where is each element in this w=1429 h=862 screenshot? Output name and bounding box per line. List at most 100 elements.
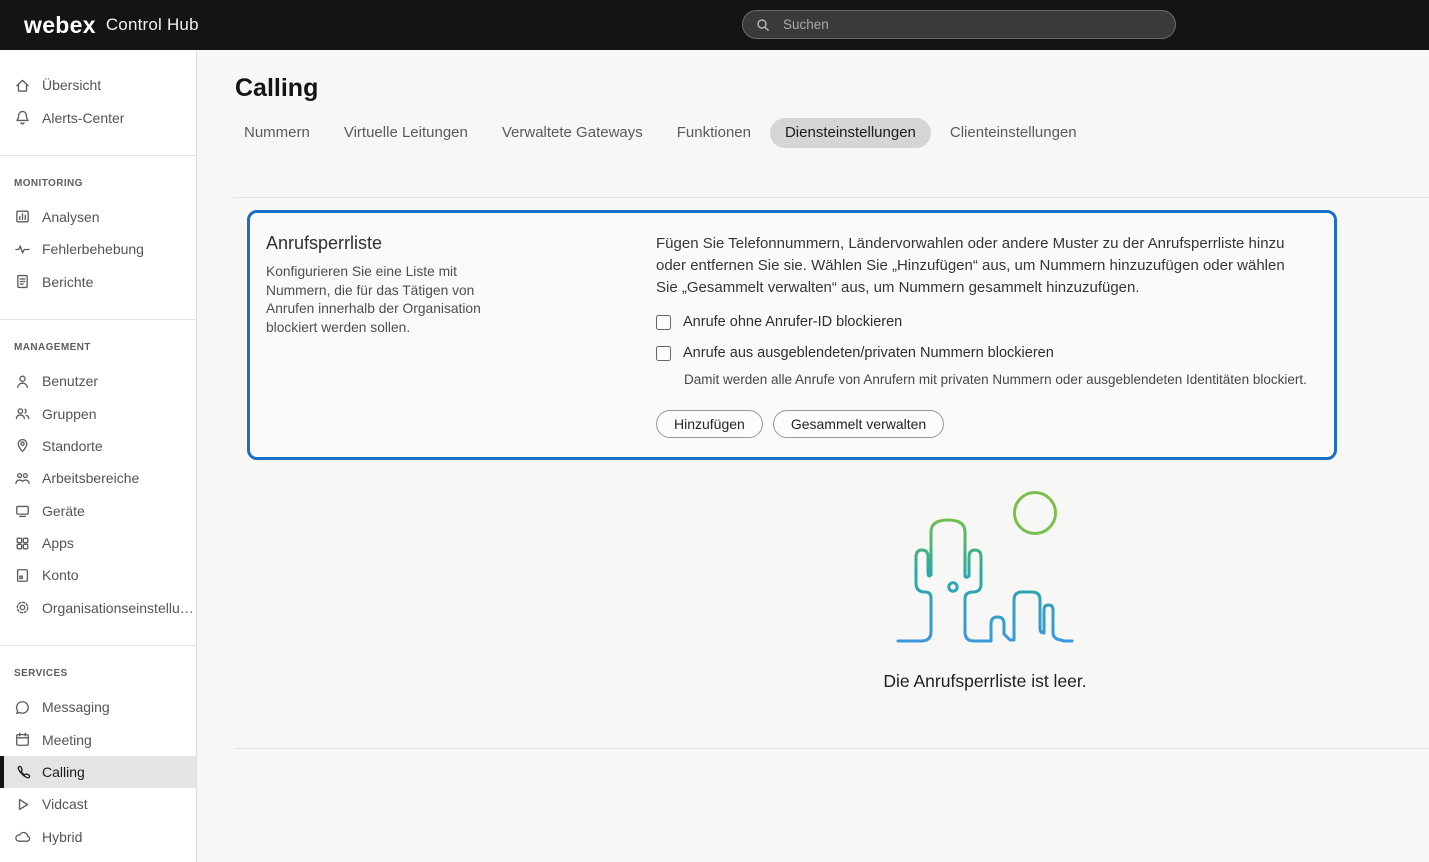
sidebar-item-benutzer[interactable]: Benutzer xyxy=(0,365,196,397)
location-pin-icon xyxy=(14,437,31,454)
sidebar-item-standorte[interactable]: Standorte xyxy=(0,430,196,462)
sidebar: Übersicht Alerts-Center MONITORING Analy… xyxy=(0,50,197,862)
account-icon xyxy=(14,567,31,584)
tab-virtuelle-leitungen[interactable]: Virtuelle Leitungen xyxy=(329,118,483,148)
analytics-icon xyxy=(14,208,31,225)
gear-icon xyxy=(14,599,31,616)
sidebar-item-calling[interactable]: Calling xyxy=(0,756,196,788)
sidebar-item-label: Apps xyxy=(42,535,74,551)
sidebar-item-label: Organisationseinstellun... xyxy=(42,600,196,616)
sidebar-divider xyxy=(0,645,196,646)
checkbox-anrufe-ohne-anrufer-id-blockieren[interactable] xyxy=(656,315,671,330)
phone-icon xyxy=(14,764,31,781)
tab-funktionen[interactable]: Funktionen xyxy=(662,118,766,148)
checkbox-anrufe-aus-ausgeblendeten-privaten-nummern-blockieren[interactable] xyxy=(656,346,671,361)
tabs-divider xyxy=(233,197,1429,198)
report-icon xyxy=(14,273,31,290)
sidebar-item-analysen[interactable]: Analysen xyxy=(0,201,196,233)
sidebar-item-bersicht[interactable]: Übersicht xyxy=(0,69,196,101)
global-search[interactable] xyxy=(742,10,1176,39)
empty-state-message: Die Anrufsperrliste ist leer. xyxy=(855,671,1115,692)
sidebar-item-label: Übersicht xyxy=(42,77,101,93)
user-icon xyxy=(14,373,31,390)
sidebar-item-meeting[interactable]: Meeting xyxy=(0,723,196,755)
sidebar-item-apps[interactable]: Apps xyxy=(0,527,196,559)
bell-icon xyxy=(14,109,31,126)
sun-icon xyxy=(1015,493,1056,534)
bottom-divider xyxy=(235,748,1429,749)
panel-info-text: Fügen Sie Telefonnummern, Ländervorwahle… xyxy=(656,233,1310,299)
checkbox-row: Anrufe ohne Anrufer-ID blockieren xyxy=(656,314,1310,330)
sidebar-item-gruppen[interactable]: Gruppen xyxy=(0,397,196,429)
workspaces-icon xyxy=(14,470,31,487)
checkbox-label: Anrufe aus ausgeblendeten/privaten Numme… xyxy=(683,345,1054,361)
webex-logo: webex xyxy=(24,12,96,39)
sidebar-item-vidcast[interactable]: Vidcast xyxy=(0,788,196,820)
calendar-icon xyxy=(14,731,31,748)
sidebar-section-management: MANAGEMENT xyxy=(14,341,196,354)
cloud-icon xyxy=(14,828,31,845)
page-title: Calling xyxy=(235,74,1429,103)
sidebar-item-label: Calling xyxy=(42,764,85,780)
panel-title: Anrufsperrliste xyxy=(266,233,656,254)
app-logo[interactable]: webex Control Hub xyxy=(24,0,199,50)
sidebar-item-label: Messaging xyxy=(42,699,110,715)
sidebar-item-konto[interactable]: Konto xyxy=(0,559,196,591)
sidebar-item-label: Geräte xyxy=(42,503,85,519)
sidebar-item-fehlerbehebung[interactable]: Fehlerbehebung xyxy=(0,233,196,265)
panel-description: Konfigurieren Sie eine Liste mit Nummern… xyxy=(266,263,524,337)
call-block-list-panel: Anrufsperrliste Konfigurieren Sie eine L… xyxy=(247,210,1337,460)
sidebar-item-label: Meeting xyxy=(42,732,92,748)
control-hub-label: Control Hub xyxy=(106,15,199,35)
troubleshooting-icon xyxy=(14,241,31,258)
search-icon xyxy=(755,17,771,33)
checkbox-area: Anrufe ohne Anrufer-ID blockieren Anrufe… xyxy=(656,314,1310,387)
search-input[interactable] xyxy=(781,16,1163,33)
group-icon xyxy=(14,405,31,422)
chat-bubble-icon xyxy=(14,699,31,716)
sidebar-divider xyxy=(0,155,196,156)
desert-cactus-sun-illustration xyxy=(890,487,1080,652)
sidebar-section-monitoring: MONITORING xyxy=(14,177,196,190)
tab-bar: NummernVirtuelle LeitungenVerwaltete Gat… xyxy=(229,118,1429,148)
panel-left-column: Anrufsperrliste Konfigurieren Sie eine L… xyxy=(266,233,656,438)
panel-right-column: Fügen Sie Telefonnummern, Ländervorwahle… xyxy=(656,233,1310,438)
sidebar-item-label: Arbeitsbereiche xyxy=(42,470,139,486)
sidebar-item-messaging[interactable]: Messaging xyxy=(0,691,196,723)
sidebar-item-ger-te[interactable]: Geräte xyxy=(0,495,196,527)
sidebar-divider xyxy=(0,319,196,320)
tab-clienteinstellungen[interactable]: Clienteinstellungen xyxy=(935,118,1092,148)
sidebar-item-label: Analysen xyxy=(42,209,100,225)
checkbox-label: Anrufe ohne Anrufer-ID blockieren xyxy=(683,314,902,330)
sidebar-section-services: SERVICES xyxy=(14,667,196,680)
cactus-and-rocks-icon xyxy=(898,520,1072,641)
home-icon xyxy=(14,77,31,94)
sidebar-item-label: Vidcast xyxy=(42,796,88,812)
panel-buttons: Hinzufügen Gesammelt verwalten xyxy=(656,410,1310,438)
sidebar-item-berichte[interactable]: Berichte xyxy=(0,266,196,298)
sidebar-item-label: Konto xyxy=(42,567,79,583)
sidebar-item-organisationseinstellun[interactable]: Organisationseinstellun... xyxy=(0,592,196,624)
gesammelt-verwalten-button[interactable]: Gesammelt verwalten xyxy=(773,410,944,438)
play-icon xyxy=(14,796,31,813)
sidebar-item-label: Benutzer xyxy=(42,373,98,389)
cactus-loop-detail xyxy=(949,583,957,591)
sidebar-item-label: Fehlerbehebung xyxy=(42,241,144,257)
sidebar-item-label: Alerts-Center xyxy=(42,110,124,126)
empty-state: Die Anrufsperrliste ist leer. xyxy=(855,487,1115,692)
sidebar-item-label: Gruppen xyxy=(42,406,96,422)
checkbox-row: Anrufe aus ausgeblendeten/privaten Numme… xyxy=(656,345,1310,361)
device-icon xyxy=(14,502,31,519)
tab-diensteinstellungen[interactable]: Diensteinstellungen xyxy=(770,118,931,148)
tab-verwaltete-gateways[interactable]: Verwaltete Gateways xyxy=(487,118,658,148)
sidebar-item-label: Hybrid xyxy=(42,829,82,845)
sidebar-item-hybrid[interactable]: Hybrid xyxy=(0,821,196,853)
tab-nummern[interactable]: Nummern xyxy=(229,118,325,148)
sidebar-item-label: Standorte xyxy=(42,438,103,454)
sidebar-item-alerts-center[interactable]: Alerts-Center xyxy=(0,101,196,133)
hinzuf-gen-button[interactable]: Hinzufügen xyxy=(656,410,763,438)
main-content: Calling NummernVirtuelle LeitungenVerwal… xyxy=(197,50,1429,862)
sidebar-item-arbeitsbereiche[interactable]: Arbeitsbereiche xyxy=(0,462,196,494)
app-header: webex Control Hub xyxy=(0,0,1429,50)
apps-grid-icon xyxy=(14,535,31,552)
